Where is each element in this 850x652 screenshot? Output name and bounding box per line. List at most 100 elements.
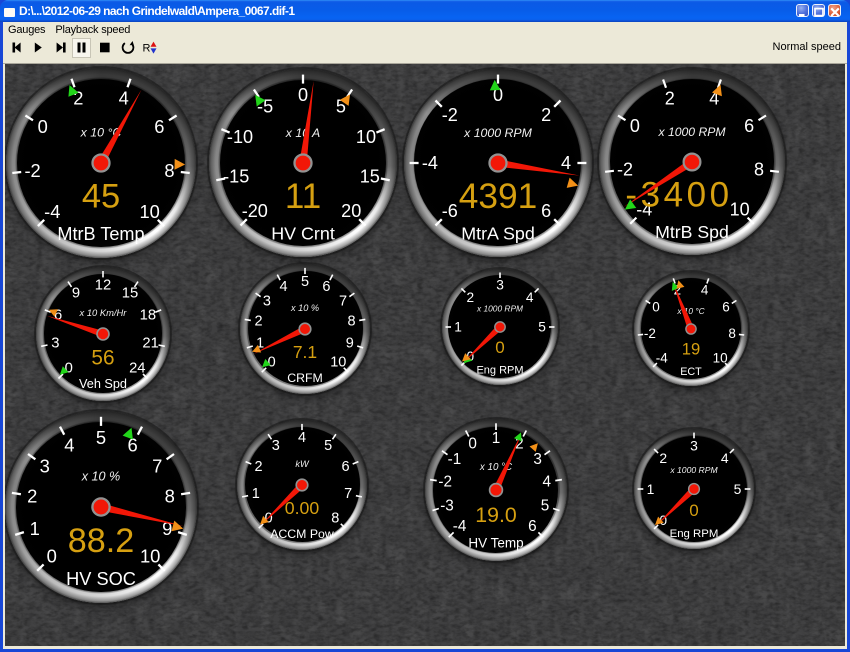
svg-text:0: 0 (65, 360, 73, 376)
svg-text:ECT: ECT (680, 365, 702, 377)
svg-text:0: 0 (468, 436, 477, 453)
svg-text:0: 0 (495, 338, 504, 357)
svg-text:9: 9 (72, 285, 80, 301)
svg-text:5: 5 (734, 481, 742, 497)
svg-text:5: 5 (96, 427, 106, 448)
svg-text:6: 6 (541, 201, 551, 221)
svg-text:x 1000 RPM: x 1000 RPM (657, 125, 726, 139)
svg-text:HV SOC: HV SOC (66, 569, 136, 589)
svg-text:2: 2 (659, 450, 667, 466)
svg-text:8: 8 (164, 160, 174, 181)
svg-text:-4: -4 (421, 153, 437, 173)
svg-text:-1: -1 (447, 451, 461, 468)
svg-text:7: 7 (339, 293, 347, 309)
svg-text:8: 8 (331, 510, 339, 526)
svg-text:10: 10 (713, 350, 728, 365)
svg-text:0: 0 (47, 546, 57, 567)
svg-text:4: 4 (525, 289, 533, 304)
svg-text:MtrB Temp: MtrB Temp (57, 224, 144, 244)
svg-text:-10: -10 (227, 127, 253, 147)
svg-text:4: 4 (701, 282, 709, 297)
svg-text:6: 6 (322, 279, 330, 295)
svg-text:10: 10 (140, 546, 160, 567)
svg-text:3: 3 (40, 456, 50, 477)
svg-text:x 1000 RPM: x 1000 RPM (475, 303, 522, 313)
svg-text:12: 12 (95, 277, 111, 293)
svg-text:HV Temp: HV Temp (468, 536, 523, 551)
svg-text:1: 1 (647, 481, 655, 497)
svg-text:-3: -3 (440, 497, 454, 514)
svg-text:4: 4 (561, 153, 571, 173)
svg-text:20: 20 (341, 201, 361, 221)
svg-text:1: 1 (252, 486, 260, 502)
svg-text:21: 21 (142, 335, 158, 351)
svg-text:4: 4 (119, 88, 129, 109)
svg-text:7: 7 (344, 486, 352, 502)
svg-text:0: 0 (298, 85, 308, 105)
svg-text:x 10 Km/Hr: x 10 Km/Hr (79, 307, 128, 318)
svg-text:-4: -4 (656, 350, 668, 365)
svg-text:CRFM: CRFM (287, 370, 323, 384)
svg-text:56: 56 (91, 346, 114, 369)
svg-text:-15: -15 (223, 166, 249, 186)
svg-text:0: 0 (265, 510, 273, 526)
svg-text:3: 3 (263, 293, 271, 309)
svg-text:7.1: 7.1 (293, 342, 317, 362)
svg-text:2: 2 (254, 459, 262, 475)
svg-text:kW: kW (295, 459, 310, 469)
svg-text:8: 8 (754, 159, 764, 179)
svg-text:3: 3 (51, 335, 59, 351)
svg-text:x 10 %: x 10 % (290, 303, 319, 313)
svg-text:5: 5 (540, 497, 549, 514)
svg-text:6: 6 (528, 518, 537, 535)
svg-text:2: 2 (254, 313, 262, 329)
svg-text:1: 1 (491, 430, 500, 447)
svg-text:-2: -2 (441, 104, 457, 124)
svg-text:4391: 4391 (458, 176, 537, 215)
svg-text:0: 0 (652, 299, 660, 314)
svg-text:10: 10 (140, 201, 160, 222)
svg-text:HV Crnt: HV Crnt (271, 224, 335, 244)
svg-text:MtrB Spd: MtrB Spd (655, 221, 729, 241)
svg-text:4: 4 (280, 279, 288, 295)
svg-text:10: 10 (730, 199, 750, 219)
svg-text:4: 4 (64, 435, 74, 456)
svg-text:0: 0 (268, 354, 276, 370)
svg-text:-20: -20 (242, 201, 268, 221)
svg-text:24: 24 (129, 360, 145, 376)
svg-text:x 10 °C: x 10 °C (676, 305, 705, 315)
svg-text:MtrA Spd: MtrA Spd (461, 223, 535, 243)
svg-text:Eng RPM: Eng RPM (670, 528, 719, 540)
svg-text:-4: -4 (44, 201, 60, 222)
svg-text:x 1000 RPM: x 1000 RPM (463, 125, 532, 139)
svg-text:-2: -2 (644, 326, 656, 341)
svg-text:10: 10 (356, 127, 376, 147)
svg-text:x 10 %: x 10 % (81, 469, 121, 483)
svg-text:5: 5 (324, 437, 332, 453)
svg-text:45: 45 (82, 178, 120, 216)
svg-text:x 1000 RPM: x 1000 RPM (669, 465, 718, 475)
svg-text:1: 1 (454, 319, 462, 334)
svg-text:15: 15 (122, 285, 138, 301)
svg-text:6: 6 (744, 116, 754, 136)
svg-text:1: 1 (30, 518, 40, 539)
svg-text:x 10 A: x 10 A (285, 126, 320, 140)
svg-text:-2: -2 (438, 473, 452, 490)
svg-text:0: 0 (689, 501, 698, 520)
svg-text:2: 2 (27, 486, 37, 507)
svg-text:18: 18 (140, 307, 156, 323)
svg-text:15: 15 (360, 166, 380, 186)
svg-text:-6: -6 (441, 201, 457, 221)
svg-text:2: 2 (466, 289, 474, 304)
svg-text:88.2: 88.2 (68, 522, 135, 560)
svg-text:3: 3 (272, 437, 280, 453)
svg-text:4: 4 (298, 429, 306, 445)
svg-text:Veh Spd: Veh Spd (79, 377, 127, 391)
svg-text:2: 2 (665, 88, 675, 108)
svg-text:7: 7 (152, 456, 162, 477)
svg-text:3: 3 (533, 451, 542, 468)
svg-text:8: 8 (728, 326, 736, 341)
svg-text:0: 0 (38, 116, 48, 137)
svg-text:3: 3 (690, 438, 698, 454)
svg-text:6: 6 (341, 459, 349, 475)
